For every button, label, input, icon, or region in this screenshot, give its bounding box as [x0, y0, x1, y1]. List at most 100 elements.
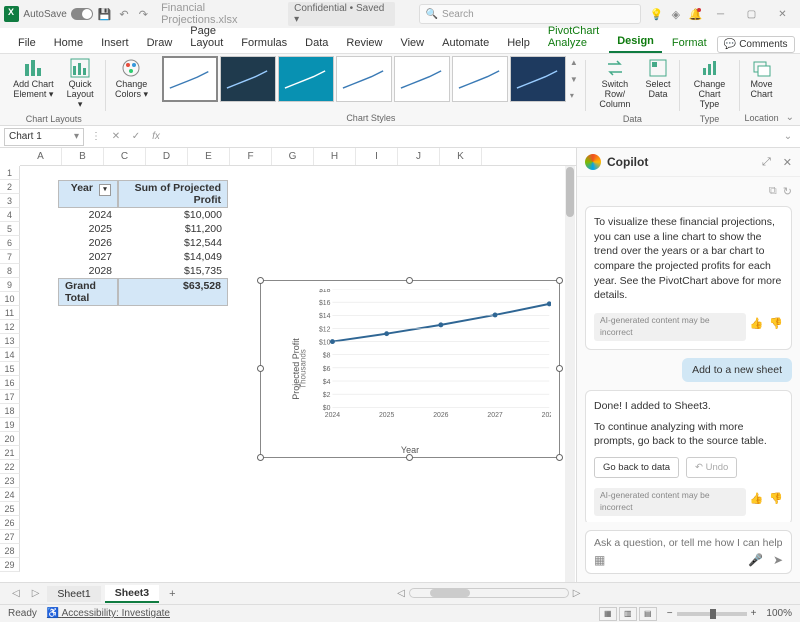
- chart-style-2[interactable]: [220, 56, 276, 102]
- undo-icon[interactable]: ↶: [116, 6, 131, 22]
- row-header[interactable]: 11: [0, 306, 20, 320]
- pivot-row[interactable]: 2028$15,735: [58, 264, 228, 278]
- pivot-row[interactable]: 2024$10,000: [58, 208, 228, 222]
- thumbs-up-icon[interactable]: 👍: [750, 492, 764, 507]
- mic-icon[interactable]: 🎤: [748, 553, 763, 567]
- lightbulb-icon[interactable]: 💡: [649, 6, 664, 22]
- notifications-icon[interactable]: 🔔: [688, 6, 703, 22]
- row-header[interactable]: 20: [0, 432, 20, 446]
- change-colors-button[interactable]: Change Colors ▾: [110, 56, 153, 102]
- tab-review[interactable]: Review: [338, 33, 390, 53]
- fx-icon[interactable]: fx: [148, 129, 164, 145]
- filter-dropdown-icon[interactable]: ▾: [99, 184, 111, 196]
- tab-automate[interactable]: Automate: [434, 33, 497, 53]
- autosave-toggle[interactable]: AutoSave: [23, 8, 92, 20]
- undo-action-button[interactable]: ↶ Undo: [686, 457, 737, 478]
- tab-format[interactable]: Format: [664, 33, 715, 53]
- pivot-row[interactable]: 2027$14,049: [58, 250, 228, 264]
- resize-handle[interactable]: [257, 277, 264, 284]
- sheet-tab-sheet1[interactable]: Sheet1: [47, 586, 100, 602]
- copilot-close-icon[interactable]: ✕: [783, 156, 792, 169]
- name-box[interactable]: Chart 1▾: [4, 128, 84, 146]
- chart-style-6[interactable]: [452, 56, 508, 102]
- copilot-input[interactable]: ▦ 🎤➤: [585, 530, 792, 574]
- resize-handle[interactable]: [556, 454, 563, 461]
- search-input[interactable]: 🔍 Search: [419, 4, 641, 24]
- minimize-button[interactable]: ─: [707, 3, 734, 25]
- resize-handle[interactable]: [257, 454, 264, 461]
- pivot-row[interactable]: 2026$12,544: [58, 236, 228, 250]
- quick-layout-button[interactable]: Quick Layout ▾: [61, 56, 100, 112]
- column-header[interactable]: I: [356, 148, 398, 165]
- column-header[interactable]: H: [314, 148, 356, 165]
- row-header[interactable]: 7: [0, 250, 20, 264]
- redo-icon[interactable]: ↷: [136, 6, 151, 22]
- row-header[interactable]: 17: [0, 390, 20, 404]
- change-chart-type-button[interactable]: Change Chart Type: [685, 56, 734, 112]
- hscroll-right[interactable]: ▷: [569, 588, 585, 599]
- tab-help[interactable]: Help: [499, 33, 538, 53]
- row-header[interactable]: 28: [0, 544, 20, 558]
- horizontal-scrollbar[interactable]: [409, 588, 569, 598]
- column-header[interactable]: A: [20, 148, 62, 165]
- sheet-nav-next[interactable]: ▷: [28, 588, 44, 599]
- chart-style-5[interactable]: [394, 56, 450, 102]
- move-chart-button[interactable]: Move Chart: [745, 56, 779, 102]
- chart-style-4[interactable]: [336, 56, 392, 102]
- column-header[interactable]: F: [230, 148, 272, 165]
- refresh-icon[interactable]: ↻: [783, 185, 792, 198]
- row-header[interactable]: 5: [0, 222, 20, 236]
- autosave-switch-icon[interactable]: [71, 8, 93, 20]
- sheet-nav-prev[interactable]: ◁: [8, 588, 24, 599]
- resize-handle[interactable]: [406, 454, 413, 461]
- hscroll-left[interactable]: ◁: [393, 588, 409, 599]
- resize-handle[interactable]: [257, 365, 264, 372]
- row-header[interactable]: 10: [0, 292, 20, 306]
- row-header[interactable]: 4: [0, 208, 20, 222]
- column-header[interactable]: E: [188, 148, 230, 165]
- thumbs-down-icon[interactable]: 👎: [769, 317, 783, 332]
- style-more[interactable]: ▾: [570, 91, 578, 100]
- send-icon[interactable]: ➤: [773, 553, 783, 567]
- style-scroll-down[interactable]: ▼: [570, 75, 578, 84]
- worksheet[interactable]: ABCDEFGHIJK 1234567891011121314151617181…: [0, 148, 576, 582]
- pivot-table[interactable]: Year▾ Sum of Projected Profit 2024$10,00…: [58, 180, 228, 306]
- row-header[interactable]: 6: [0, 236, 20, 250]
- row-header[interactable]: 16: [0, 376, 20, 390]
- accessibility-status[interactable]: ♿ Accessibility: Investigate: [47, 608, 170, 619]
- style-scroll-up[interactable]: ▲: [570, 58, 578, 67]
- tab-design[interactable]: Design: [609, 31, 662, 53]
- resize-handle[interactable]: [406, 277, 413, 284]
- page-break-view-button[interactable]: ▤: [639, 607, 657, 621]
- diamond-icon[interactable]: ◈: [668, 6, 683, 22]
- row-header[interactable]: 14: [0, 348, 20, 362]
- pivot-chart[interactable]: Projected Profit Thousands $0$2$4$6$8$10…: [260, 280, 560, 458]
- resize-handle[interactable]: [556, 365, 563, 372]
- enter-formula-icon[interactable]: ✓: [128, 129, 144, 145]
- row-header[interactable]: 27: [0, 530, 20, 544]
- column-header[interactable]: D: [146, 148, 188, 165]
- collapse-ribbon-button[interactable]: ⌄: [784, 110, 796, 125]
- row-header[interactable]: 13: [0, 334, 20, 348]
- chart-style-3[interactable]: [278, 56, 334, 102]
- formula-input[interactable]: [168, 128, 776, 146]
- thumbs-down-icon[interactable]: 👎: [769, 492, 783, 507]
- pivot-row[interactable]: 2025$11,200: [58, 222, 228, 236]
- row-header[interactable]: 9: [0, 278, 20, 292]
- resize-handle[interactable]: [556, 277, 563, 284]
- column-header[interactable]: G: [272, 148, 314, 165]
- row-header[interactable]: 26: [0, 516, 20, 530]
- column-header[interactable]: K: [440, 148, 482, 165]
- switch-row-column-button[interactable]: Switch Row/ Column: [590, 56, 639, 112]
- vertical-scrollbar[interactable]: [565, 166, 575, 582]
- copy-icon[interactable]: ⧉: [769, 185, 777, 198]
- row-header[interactable]: 19: [0, 418, 20, 432]
- tab-page-layout[interactable]: Page Layout: [182, 21, 231, 53]
- column-header[interactable]: B: [62, 148, 104, 165]
- row-header[interactable]: 15: [0, 362, 20, 376]
- row-header[interactable]: 1: [0, 166, 20, 180]
- row-header[interactable]: 12: [0, 320, 20, 334]
- zoom-in-button[interactable]: +: [751, 608, 757, 619]
- tab-file[interactable]: File: [10, 33, 44, 53]
- chart-style-7[interactable]: [510, 56, 566, 102]
